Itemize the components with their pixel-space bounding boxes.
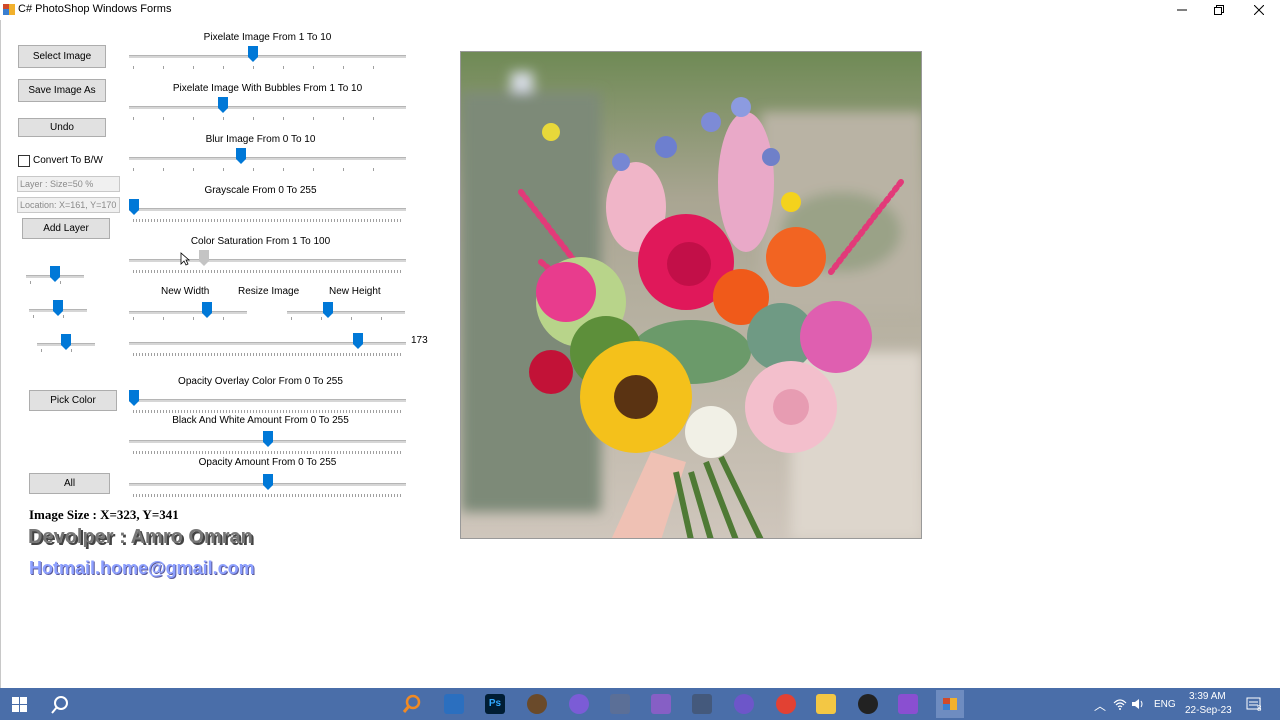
obs-icon[interactable] [858, 694, 878, 714]
slider-thumb[interactable] [353, 333, 364, 349]
store-icon[interactable] [444, 694, 464, 714]
visual-studio-code-icon[interactable] [651, 694, 671, 714]
select-image-button[interactable]: Select Image [18, 45, 106, 68]
slider-thumb[interactable] [218, 97, 228, 113]
windows-start-icon[interactable] [12, 697, 27, 712]
location-field[interactable]: Location: X=161, Y=170 [17, 197, 120, 213]
bw-amount-label: Black And White Amount From 0 To 255 [172, 415, 349, 426]
saturation-slider[interactable] [129, 248, 406, 276]
slider-thumb[interactable] [247, 46, 258, 62]
layer-size-field[interactable]: Layer : Size=50 % [17, 176, 120, 192]
layer-slider-3[interactable] [37, 332, 95, 360]
new-width-slider[interactable] [129, 300, 247, 328]
restore-icon [1214, 5, 1224, 15]
photoshop-icon[interactable]: Ps [485, 694, 505, 714]
opacity-overlay-slider[interactable] [129, 388, 406, 416]
image-preview[interactable] [460, 51, 922, 539]
file-explorer-icon[interactable] [816, 694, 836, 714]
add-layer-button[interactable]: Add Layer [22, 218, 110, 239]
slider-thumb[interactable] [50, 266, 60, 282]
tools-icon[interactable] [692, 694, 712, 714]
layer-slider-1[interactable] [26, 264, 84, 292]
slider-thumb[interactable] [199, 250, 210, 266]
title-bar: C# PhotoShop Windows Forms [0, 0, 1280, 20]
image-size-label: Image Size : X=323, Y=341 [29, 507, 179, 522]
search-icon[interactable] [50, 695, 70, 715]
volume-icon[interactable] [1131, 698, 1145, 710]
blur-slider[interactable] [129, 146, 406, 174]
pixelate-label: Pixelate Image From 1 To 10 [203, 32, 332, 43]
slider-thumb[interactable] [53, 300, 63, 316]
close-button[interactable] [1239, 0, 1279, 20]
bw-amount-slider[interactable] [129, 429, 406, 457]
convert-bw-checkbox[interactable] [18, 155, 30, 167]
app-icon-purple[interactable] [569, 694, 589, 714]
grayscale-slider[interactable] [129, 197, 406, 225]
restore-button[interactable] [1199, 0, 1239, 20]
clock-time[interactable]: 3:39 AM [1189, 691, 1226, 702]
chrome-icon[interactable] [776, 694, 796, 714]
slider-thumb[interactable] [129, 390, 139, 406]
convert-bw-label: Convert To B/W [33, 155, 103, 166]
slider-thumb[interactable] [263, 431, 274, 447]
taskbar: Ps ︿ ENG 3:39 AM 22-Sep-23 8 [0, 688, 1280, 720]
visual-studio-icon[interactable] [898, 694, 918, 714]
minimize-icon [1177, 9, 1187, 11]
flower-bouquet-image [461, 52, 921, 538]
mouse-cursor-icon [180, 252, 190, 266]
close-icon [1254, 5, 1264, 15]
window-title: C# PhotoShop Windows Forms [18, 3, 172, 15]
magnifier-app-icon[interactable] [402, 694, 422, 714]
game-controller-icon[interactable] [610, 694, 630, 714]
app-icon [3, 4, 15, 15]
pixelate-bubbles-slider[interactable] [129, 95, 406, 123]
opacity-overlay-label: Opacity Overlay Color From 0 To 255 [178, 376, 343, 387]
avatar-app-icon[interactable] [527, 694, 547, 714]
new-width-label: New Width [161, 286, 210, 297]
layer-slider-2[interactable] [29, 298, 87, 326]
resize-image-label: Resize Image [238, 286, 300, 297]
new-height-slider[interactable] [287, 300, 405, 328]
opacity-amount-slider[interactable] [129, 472, 406, 500]
resize-slider[interactable] [129, 331, 406, 359]
clock-date[interactable]: 22-Sep-23 [1185, 705, 1232, 716]
wifi-icon[interactable] [1113, 698, 1127, 710]
app-icon-blue[interactable] [734, 694, 754, 714]
blur-label: Blur Image From 0 To 10 [205, 134, 316, 145]
pixelate-slider[interactable] [129, 44, 406, 72]
save-image-as-button[interactable]: Save Image As [18, 79, 106, 102]
minimize-button[interactable] [1162, 0, 1202, 20]
email-label: Hotmail.home@gmail.com [29, 558, 255, 578]
slider-thumb[interactable] [263, 474, 274, 490]
resize-value: 173 [411, 335, 428, 346]
pixelate-bubbles-label: Pixelate Image With Bubbles From 1 To 10 [172, 83, 363, 94]
saturation-label: Color Saturation From 1 To 100 [190, 236, 331, 247]
pick-color-button[interactable]: Pick Color [29, 390, 117, 411]
main-form: Select Image Save Image As Undo Convert … [0, 20, 1280, 688]
opacity-amount-label: Opacity Amount From 0 To 255 [198, 457, 337, 468]
developer-label: Devolper : Amro Omran [28, 526, 253, 548]
tray-chevron-icon[interactable]: ︿ [1094, 697, 1106, 714]
new-height-label: New Height [329, 286, 381, 297]
slider-thumb[interactable] [235, 148, 246, 164]
active-app-icon[interactable] [936, 690, 964, 718]
slider-thumb[interactable] [202, 302, 213, 318]
grayscale-label: Grayscale From 0 To 255 [204, 185, 317, 196]
slider-thumb[interactable] [322, 302, 333, 318]
undo-button[interactable]: Undo [18, 118, 106, 137]
notification-count: 8 [1257, 704, 1262, 713]
language-indicator[interactable]: ENG [1154, 699, 1176, 710]
all-button[interactable]: All [29, 473, 110, 494]
slider-thumb[interactable] [129, 199, 139, 215]
slider-thumb[interactable] [61, 334, 71, 350]
